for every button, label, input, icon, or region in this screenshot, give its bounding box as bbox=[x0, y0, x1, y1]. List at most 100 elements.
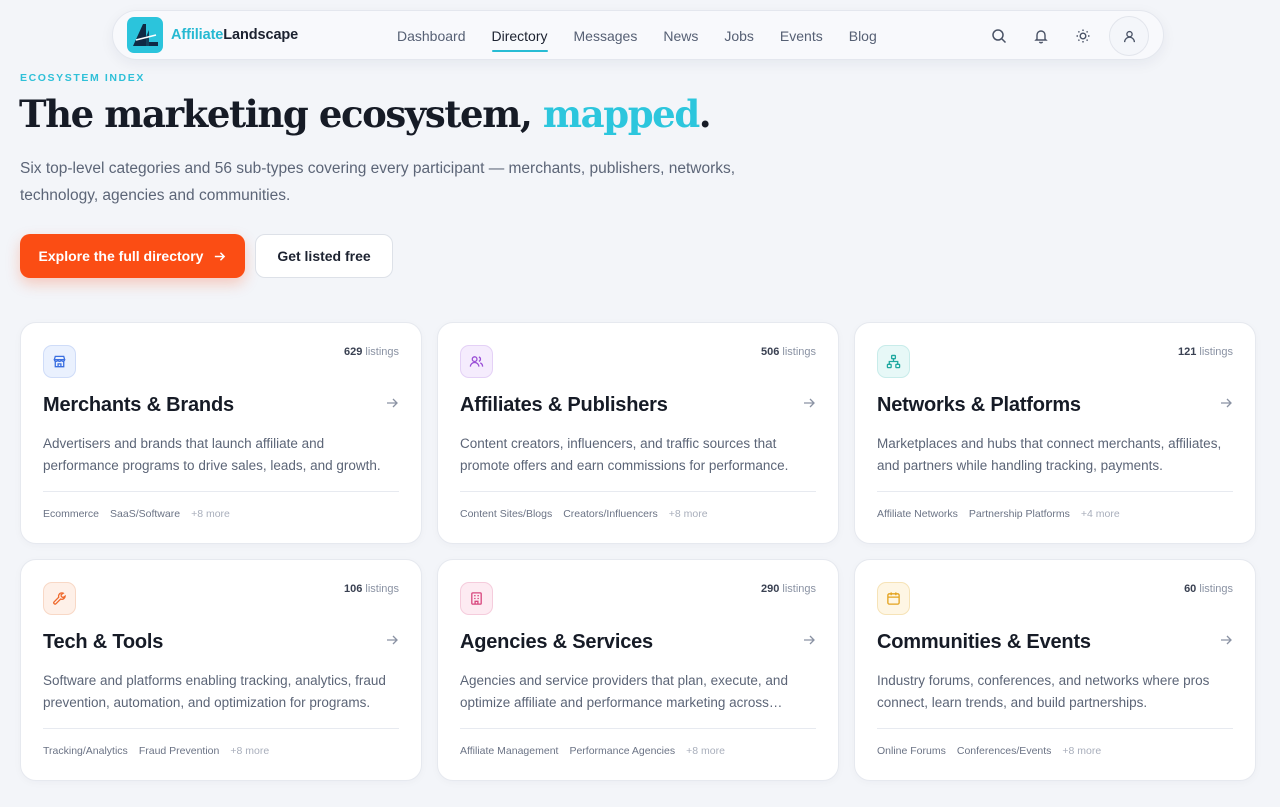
more-tags-count[interactable]: +8 more bbox=[1062, 745, 1101, 757]
hero-title-end: . bbox=[698, 92, 712, 136]
category-title: Tech & Tools bbox=[43, 631, 164, 653]
more-tags-count[interactable]: +8 more bbox=[669, 508, 708, 520]
category-tag[interactable]: Creators/Influencers bbox=[563, 508, 658, 520]
user-icon bbox=[1123, 30, 1135, 42]
arrow-right-icon bbox=[387, 635, 398, 645]
arrow-right-icon bbox=[215, 251, 226, 261]
notifications-button[interactable] bbox=[1023, 18, 1059, 54]
category-tag[interactable]: SaaS/Software bbox=[110, 508, 180, 520]
category-card-tech[interactable]: 106 listings Tech & Tools Software and p… bbox=[20, 559, 422, 781]
listing-count-suffix: listings bbox=[1199, 346, 1233, 358]
category-icon-wrapper bbox=[877, 582, 910, 615]
category-tag[interactable]: Online Forums bbox=[877, 745, 946, 757]
category-description: Marketplaces and hubs that connect merch… bbox=[877, 436, 1222, 473]
category-tag[interactable]: Partnership Platforms bbox=[969, 508, 1070, 520]
sun-icon bbox=[1076, 29, 1090, 43]
arrow-right-icon bbox=[387, 398, 398, 408]
category-icon-wrapper bbox=[877, 345, 910, 378]
category-tag[interactable]: Conferences/Events bbox=[957, 745, 1052, 757]
divider bbox=[460, 491, 816, 492]
brand[interactable]: AffiliateLandscape bbox=[127, 17, 298, 53]
category-tags: Content Sites/Blogs Creators/Influencers… bbox=[460, 508, 708, 520]
main-nav: Dashboard Directory Messages News Jobs E… bbox=[397, 11, 877, 61]
category-card-merchants[interactable]: 629 listings Merchants & Brands Advertis… bbox=[20, 322, 422, 544]
category-card-networks[interactable]: 121 listings Networks & Platforms Market… bbox=[854, 322, 1256, 544]
listing-count-suffix: listings bbox=[365, 346, 399, 358]
account-button[interactable] bbox=[1109, 16, 1149, 56]
category-description: Industry forums, conferences, and networ… bbox=[877, 673, 1210, 710]
brand-name-part2: Landscape bbox=[223, 27, 299, 43]
category-tag[interactable]: Ecommerce bbox=[43, 508, 99, 520]
more-tags-count[interactable]: +8 more bbox=[230, 745, 269, 757]
search-icon bbox=[992, 29, 1007, 44]
top-navigation-bar: AffiliateLandscape Dashboard Directory M… bbox=[112, 10, 1164, 60]
category-tag[interactable]: Affiliate Networks bbox=[877, 508, 958, 520]
hero-title-accent: mapped bbox=[542, 92, 700, 136]
divider bbox=[460, 728, 816, 729]
listing-count-suffix: listings bbox=[782, 346, 816, 358]
nav-news[interactable]: News bbox=[663, 22, 698, 50]
listing-count: 629 listings bbox=[344, 346, 399, 358]
divider bbox=[43, 491, 399, 492]
category-icon-wrapper bbox=[460, 345, 493, 378]
calendar-icon bbox=[887, 592, 900, 605]
hero-subtitle: Six top-level categories and 56 sub-type… bbox=[20, 160, 736, 204]
nav-messages[interactable]: Messages bbox=[574, 22, 638, 50]
nav-dashboard[interactable]: Dashboard bbox=[397, 22, 466, 50]
listing-count-value: 60 bbox=[1184, 583, 1197, 595]
category-description: Agencies and service providers that plan… bbox=[460, 673, 788, 710]
brand-name: AffiliateLandscape bbox=[171, 27, 298, 43]
theme-toggle-button[interactable] bbox=[1065, 18, 1101, 54]
arrow-right-icon bbox=[804, 635, 815, 645]
divider bbox=[877, 728, 1233, 729]
category-icon-wrapper bbox=[43, 345, 76, 378]
network-icon bbox=[886, 354, 901, 369]
nav-events[interactable]: Events bbox=[780, 22, 823, 50]
category-tags: Affiliate Networks Partnership Platforms… bbox=[877, 508, 1120, 520]
explore-directory-label: Explore the full directory bbox=[38, 248, 204, 264]
listing-count-value: 106 bbox=[343, 583, 363, 595]
brand-name-part1: Affiliate bbox=[171, 27, 224, 43]
hero-title: The marketing ecosystem, mapped. bbox=[19, 92, 712, 136]
category-tag[interactable]: Performance Agencies bbox=[569, 745, 675, 757]
listing-count: 106 listings bbox=[344, 583, 399, 595]
hero-title-main: The marketing ecosystem, bbox=[19, 92, 543, 136]
category-card-communities[interactable]: 60 listings Communities & Events Industr… bbox=[854, 559, 1256, 781]
search-button[interactable] bbox=[981, 18, 1017, 54]
nav-jobs[interactable]: Jobs bbox=[724, 22, 754, 50]
listing-count: 121 listings bbox=[1178, 346, 1233, 358]
listing-count-suffix: listings bbox=[782, 583, 816, 595]
category-title: Networks & Platforms bbox=[877, 394, 1081, 416]
explore-directory-button[interactable]: Explore the full directory bbox=[20, 234, 245, 278]
category-description: Software and platforms enabling tracking… bbox=[43, 673, 386, 710]
nav-directory[interactable]: Directory bbox=[491, 22, 548, 52]
category-tag[interactable]: Affiliate Management bbox=[460, 745, 558, 757]
listing-count-value: 629 bbox=[343, 346, 363, 358]
listing-count: 506 listings bbox=[761, 346, 816, 358]
category-card-affiliates[interactable]: 506 listings Affiliates & Publishers Con… bbox=[437, 322, 839, 544]
nav-blog[interactable]: Blog bbox=[849, 22, 877, 50]
category-title: Merchants & Brands bbox=[43, 394, 234, 416]
category-tag[interactable]: Tracking/Analytics bbox=[43, 745, 128, 757]
category-title: Affiliates & Publishers bbox=[460, 394, 668, 416]
get-listed-button[interactable]: Get listed free bbox=[255, 234, 393, 278]
listing-count-value: 506 bbox=[760, 346, 780, 358]
listing-count: 60 listings bbox=[1184, 583, 1233, 595]
hero-eyebrow: ECOSYSTEM INDEX bbox=[20, 72, 145, 84]
nav-actions bbox=[981, 11, 1149, 61]
listing-count-suffix: listings bbox=[365, 583, 399, 595]
more-tags-count[interactable]: +8 more bbox=[686, 745, 725, 757]
category-tag[interactable]: Content Sites/Blogs bbox=[460, 508, 552, 520]
wrench-icon bbox=[53, 592, 66, 605]
arrow-right-icon bbox=[1221, 635, 1232, 645]
divider bbox=[43, 728, 399, 729]
category-tag[interactable]: Fraud Prevention bbox=[139, 745, 220, 757]
more-tags-count[interactable]: +8 more bbox=[191, 508, 230, 520]
more-tags-count[interactable]: +4 more bbox=[1081, 508, 1120, 520]
store-icon bbox=[53, 355, 66, 368]
arrow-right-icon bbox=[1221, 398, 1232, 408]
users-icon bbox=[469, 356, 484, 367]
category-tags: Tracking/Analytics Fraud Prevention +8 m… bbox=[43, 745, 269, 757]
category-card-agencies[interactable]: 290 listings Agencies & Services Agencie… bbox=[437, 559, 839, 781]
category-icon-wrapper bbox=[460, 582, 493, 615]
